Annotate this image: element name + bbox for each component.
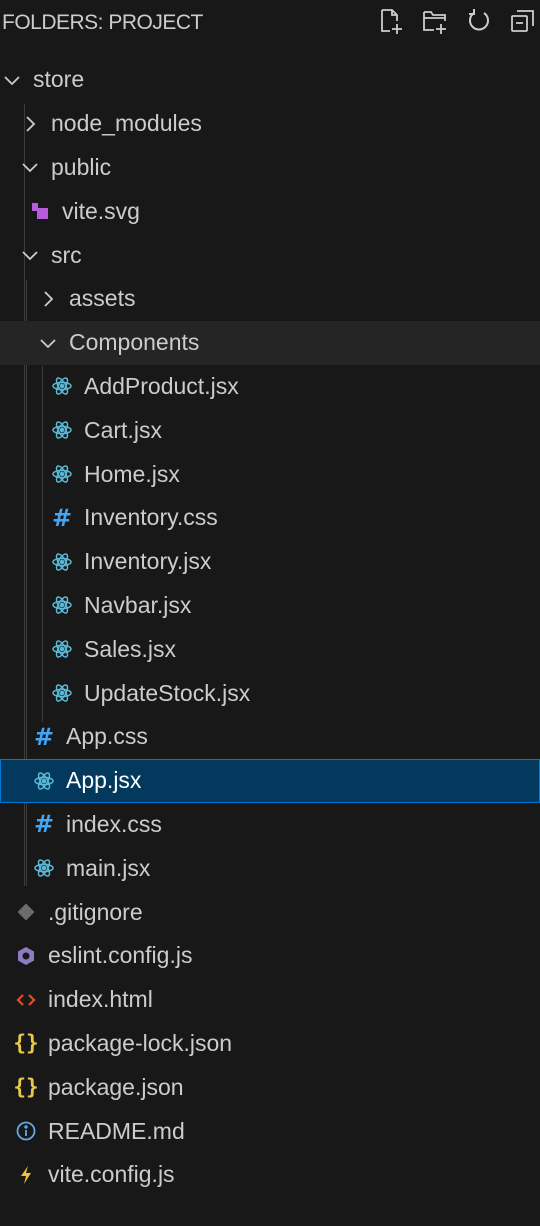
- svg-file-icon: [28, 199, 52, 223]
- react-icon: [50, 418, 74, 442]
- tree-item-src[interactable]: src: [0, 233, 540, 277]
- tree-item-updatestock-jsx[interactable]: UpdateStock.jsx: [0, 671, 540, 715]
- react-icon: [50, 637, 74, 661]
- file-tree: store node_modules public vite.svg src a…: [0, 58, 540, 1197]
- tree-item-package-lock-json[interactable]: {} package-lock.json: [0, 1022, 540, 1066]
- collapse-all-icon: [511, 10, 534, 32]
- tree-item-navbar-jsx[interactable]: Navbar.jsx: [0, 584, 540, 628]
- tree-item-label: Inventory.css: [84, 504, 218, 531]
- tree-item-label: package-lock.json: [48, 1029, 233, 1056]
- explorer-title: FOLDERS: PROJECT: [2, 11, 203, 34]
- tree-item-label: assets: [69, 285, 136, 312]
- tree-item-eslint-config[interactable]: eslint.config.js: [0, 934, 540, 978]
- tree-item-label: index.css: [66, 810, 162, 837]
- tree-item-label: Sales.jsx: [84, 635, 177, 662]
- tree-item-label: .gitignore: [48, 898, 143, 925]
- tree-item-addproduct-jsx[interactable]: AddProduct.jsx: [0, 365, 540, 409]
- tree-item-label: main.jsx: [66, 854, 151, 881]
- css-hash-icon: #: [51, 503, 73, 532]
- html-icon: [14, 988, 38, 1012]
- tree-item-public[interactable]: public: [0, 146, 540, 190]
- chevron-down-icon: [18, 243, 42, 267]
- react-icon: [32, 769, 56, 793]
- refresh-icon: [469, 9, 489, 31]
- tree-item-label: Inventory.jsx: [84, 548, 212, 575]
- tree-item-readme[interactable]: README.md: [0, 1109, 540, 1153]
- tree-item-label: vite.config.js: [48, 1161, 175, 1188]
- git-icon: [14, 900, 38, 924]
- react-icon: [50, 550, 74, 574]
- tree-item-gitignore[interactable]: .gitignore: [0, 890, 540, 934]
- tree-item-label: App.jsx: [66, 767, 142, 794]
- tree-item-node-modules[interactable]: node_modules: [0, 102, 540, 146]
- tree-item-label: src: [51, 241, 82, 268]
- tree-item-label: vite.svg: [62, 197, 140, 224]
- chevron-right-icon: [18, 112, 42, 136]
- info-icon: [14, 1119, 38, 1143]
- tree-item-label: UpdateStock.jsx: [84, 679, 251, 706]
- tree-item-vite-svg[interactable]: vite.svg: [0, 189, 540, 233]
- json-icon: {}: [13, 1031, 39, 1056]
- tree-item-app-css[interactable]: # App.css: [0, 715, 540, 759]
- tree-item-label: node_modules: [51, 110, 202, 137]
- vite-icon: [14, 1163, 38, 1187]
- css-hash-icon: #: [33, 722, 55, 751]
- tree-item-vite-config[interactable]: vite.config.js: [0, 1153, 540, 1197]
- react-icon: [50, 374, 74, 398]
- explorer-header: FOLDERS: PROJECT: [0, 0, 540, 46]
- new-file-button[interactable]: [376, 6, 406, 36]
- refresh-button[interactable]: [464, 6, 494, 36]
- tree-item-inventory-css[interactable]: # Inventory.css: [0, 496, 540, 540]
- explorer-panel: FOLDERS: PROJECT store node_modules publ…: [0, 0, 540, 1226]
- explorer-actions: [376, 6, 538, 36]
- tree-item-inventory-jsx[interactable]: Inventory.jsx: [0, 540, 540, 584]
- tree-item-label: AddProduct.jsx: [84, 372, 239, 399]
- tree-item-cart-jsx[interactable]: Cart.jsx: [0, 408, 540, 452]
- react-icon: [50, 593, 74, 617]
- tree-item-components[interactable]: Components: [0, 320, 540, 365]
- new-folder-icon: [423, 11, 446, 34]
- collapse-all-button[interactable]: [508, 6, 538, 36]
- tree-item-label: Home.jsx: [84, 460, 180, 487]
- tree-item-store[interactable]: store: [0, 58, 540, 102]
- eslint-icon: [14, 944, 38, 968]
- tree-item-label: package.json: [48, 1073, 184, 1100]
- tree-item-label: eslint.config.js: [48, 942, 193, 969]
- tree-item-label: README.md: [48, 1117, 185, 1144]
- tree-item-label: Components: [69, 329, 200, 356]
- tree-item-assets[interactable]: assets: [0, 277, 540, 321]
- tree-item-label: index.html: [48, 986, 153, 1013]
- tree-item-package-json[interactable]: {} package.json: [0, 1065, 540, 1109]
- tree-item-label: App.css: [66, 723, 148, 750]
- tree-item-home-jsx[interactable]: Home.jsx: [0, 452, 540, 496]
- css-hash-icon: #: [33, 810, 55, 839]
- tree-item-main-jsx[interactable]: main.jsx: [0, 846, 540, 890]
- json-icon: {}: [13, 1075, 39, 1100]
- tree-item-index-html[interactable]: index.html: [0, 978, 540, 1022]
- new-folder-button[interactable]: [420, 6, 450, 36]
- tree-item-label: public: [51, 153, 112, 180]
- react-icon: [50, 681, 74, 705]
- chevron-down-icon: [18, 155, 42, 179]
- react-icon: [50, 462, 74, 486]
- tree-item-index-css[interactable]: # index.css: [0, 803, 540, 847]
- tree-item-label: store: [33, 66, 85, 93]
- new-file-icon: [381, 9, 402, 34]
- tree-item-sales-jsx[interactable]: Sales.jsx: [0, 627, 540, 671]
- chevron-down-icon: [36, 331, 60, 355]
- react-icon: [32, 856, 56, 880]
- chevron-right-icon: [36, 287, 60, 311]
- tree-item-app-jsx[interactable]: App.jsx: [0, 758, 540, 803]
- chevron-down-icon: [0, 68, 24, 92]
- tree-item-label: Navbar.jsx: [84, 591, 192, 618]
- tree-item-label: Cart.jsx: [84, 416, 162, 443]
